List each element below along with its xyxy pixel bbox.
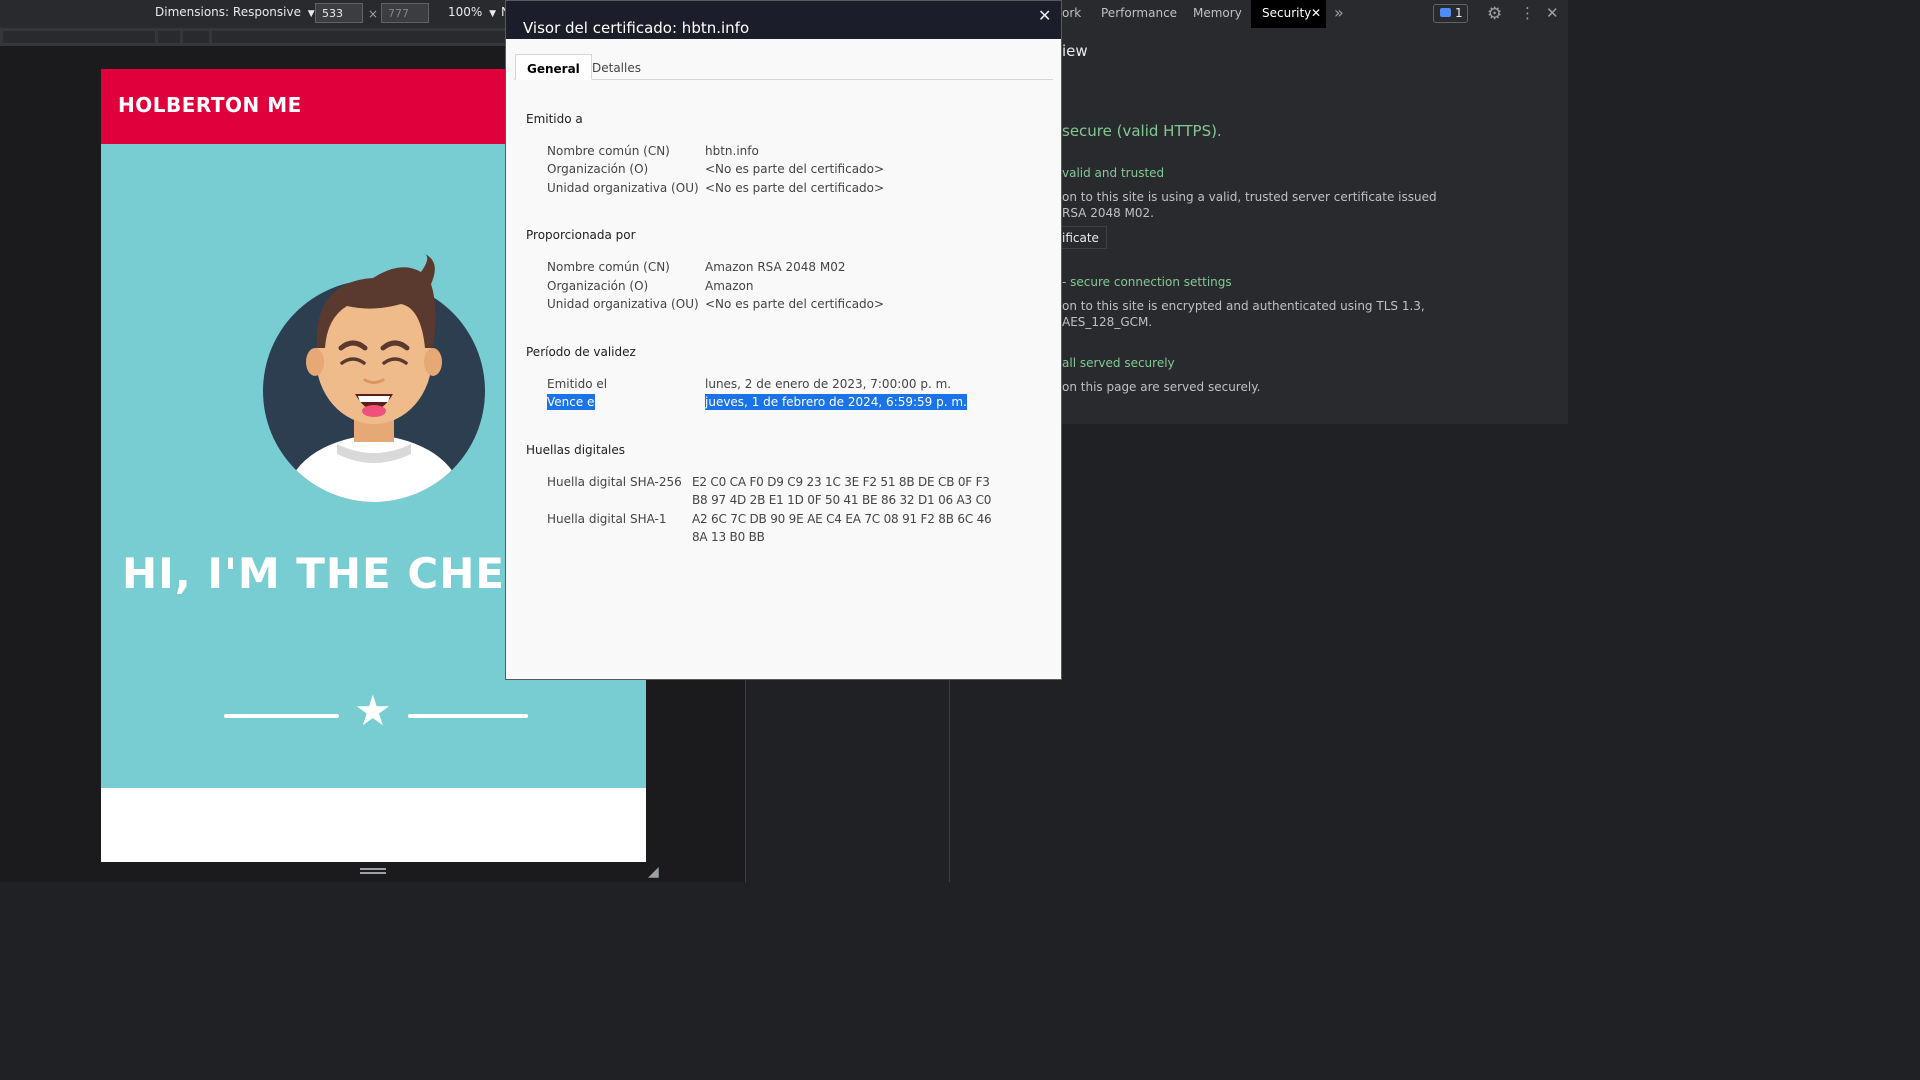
width-input[interactable]: 533 [315, 3, 363, 23]
security-overview-header: iew [1062, 28, 1568, 104]
zoom-label: 100% [448, 5, 483, 19]
sha1-fingerprint: 8A 13 B0 BB [692, 530, 765, 544]
security-sidebar [665, 680, 745, 882]
divider-line [224, 714, 339, 718]
certificate-status-heading: valid and trusted [1062, 166, 1165, 180]
height-input[interactable]: 777 [381, 3, 429, 23]
field-label: Huella digital SHA-256 [547, 475, 682, 489]
field-label: Nombre común (CN) [547, 260, 670, 274]
star-icon: ★ [354, 686, 392, 735]
sha256-fingerprint: E2 C0 CA F0 D9 C9 23 1C 3E F2 51 8B DE C… [692, 475, 990, 489]
field-value: Amazon RSA 2048 M02 [705, 260, 846, 274]
field-value: Amazon [705, 279, 754, 293]
field-value-selected: jueves, 1 de febrero de 2024, 6:59:59 p.… [705, 394, 967, 410]
view-certificate-label: ificate [1062, 231, 1099, 245]
field-label: Huella digital SHA-1 [547, 512, 667, 526]
divider [745, 680, 746, 882]
kebab-menu-icon[interactable]: ⋮ [1520, 4, 1535, 22]
more-tabs-icon[interactable]: » [1334, 3, 1344, 22]
issues-icon [1440, 8, 1451, 17]
media-query-segment[interactable] [158, 31, 180, 43]
connection-text: on to this site is encrypted and authent… [1062, 299, 1425, 313]
certificate-status-text: RSA 2048 M02. [1062, 206, 1154, 220]
field-label: Emitido el [547, 377, 608, 391]
certificate-viewer-dialog: Visor del certificado: hbtn.info ✕ Gener… [505, 0, 1062, 680]
dimensions-label: Dimensions: Responsive [155, 5, 301, 19]
dialog-titlebar[interactable]: Visor del certificado: hbtn.info ✕ [506, 1, 1061, 39]
divider-line [408, 714, 528, 718]
close-devtools-icon[interactable]: ✕ [1546, 4, 1559, 22]
field-value: lunes, 2 de enero de 2023, 7:00:00 p. m. [705, 377, 952, 391]
issues-button[interactable]: 1 [1433, 4, 1468, 23]
field-label: Organización (O) [547, 279, 649, 293]
dimensions-dropdown[interactable]: Dimensions: Responsive ▼ [155, 5, 315, 19]
field-value: hbtn.info [705, 144, 759, 158]
connection-heading: - secure connection settings [1062, 275, 1232, 289]
tab-security-label: Security [1262, 6, 1312, 20]
site-logo[interactable]: HOLBERTON ME [118, 93, 302, 117]
field-value: <No es parte del certificado> [705, 297, 885, 311]
zoom-dropdown[interactable]: 100% ▼ [448, 5, 496, 19]
tab-memory[interactable]: Memory [1193, 6, 1242, 20]
field-label: Organización (O) [547, 162, 649, 176]
resources-heading: all served securely [1062, 356, 1175, 370]
sha1-fingerprint: A2 6C 7C DB 90 9E AE C4 EA 7C 08 91 F2 8… [692, 512, 992, 526]
connection-text: AES_128_GCM. [1062, 315, 1153, 329]
hero-title: HI, I'M THE CHEC [122, 549, 537, 598]
field-label: Unidad organizativa (OU) [547, 181, 699, 195]
sha256-fingerprint: B8 97 4D 2B E1 1D 0F 50 41 BE 86 32 D1 0… [692, 493, 992, 507]
certificate-status-text: on to this site is using a valid, truste… [1062, 190, 1437, 204]
overview-heading: iew [1062, 42, 1088, 60]
tab-network[interactable]: ork [1062, 6, 1081, 20]
media-query-segment[interactable] [3, 31, 155, 43]
view-certificate-button[interactable]: ificate [1062, 226, 1107, 249]
tab-performance[interactable]: Performance [1101, 6, 1177, 20]
media-query-segment[interactable] [183, 31, 209, 43]
field-label: Nombre común (CN) [547, 144, 670, 158]
issued-by-heading: Proporcionada por [526, 228, 636, 242]
tab-security[interactable]: Security ✕ [1251, 0, 1326, 28]
field-label-selected: Vence el [547, 394, 598, 410]
corner-resize-icon[interactable]: ◢ [648, 864, 659, 880]
viewport-resize-handle[interactable] [360, 868, 386, 874]
avatar-illustration [263, 254, 485, 502]
issued-to-heading: Emitido a [526, 112, 583, 126]
times-symbol: × [368, 7, 379, 21]
gear-icon[interactable]: ⚙ [1487, 4, 1502, 24]
close-icon[interactable]: ✕ [1311, 6, 1321, 20]
dialog-title: Visor del certificado: hbtn.info [523, 19, 750, 37]
tab-details[interactable]: Detalles [581, 54, 652, 80]
field-label: Unidad organizativa (OU) [547, 297, 699, 311]
validity-heading: Período de validez [526, 345, 636, 359]
close-icon[interactable]: ✕ [1038, 6, 1051, 25]
resources-text: on this page are served securely. [1062, 380, 1261, 394]
general-tab-content: Emitido a Nombre común (CN) hbtn.info Or… [506, 80, 1061, 679]
security-summary: secure (valid HTTPS). [1062, 122, 1222, 140]
field-value: <No es parte del certificado> [705, 162, 885, 176]
security-overview-panel: secure (valid HTTPS). valid and trusted … [1062, 104, 1568, 424]
caret-down-icon: ▼ [489, 9, 497, 19]
issues-count: 1 [1455, 6, 1463, 20]
fingerprints-heading: Huellas digitales [526, 443, 626, 457]
field-value: <No es parte del certificado> [705, 181, 885, 195]
caret-down-icon: ▼ [307, 9, 315, 19]
